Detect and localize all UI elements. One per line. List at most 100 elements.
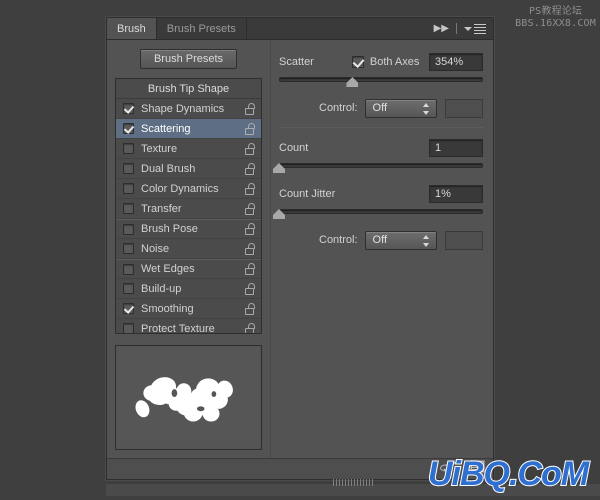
lock-icon[interactable] xyxy=(245,263,255,275)
option-label: Protect Texture xyxy=(141,322,215,334)
brush-options-right-column: Scatter Both Axes 354% Control: Off Coun… xyxy=(270,40,493,459)
panel-tabbar: Brush Brush Presets ▶▶ xyxy=(107,18,493,40)
lock-icon[interactable] xyxy=(245,223,255,235)
count-jitter-value-field[interactable]: 1% xyxy=(429,184,483,203)
brush-presets-button[interactable]: Brush Presets xyxy=(139,49,238,69)
option-checkbox[interactable] xyxy=(123,223,134,235)
select-arrows-icon xyxy=(423,102,430,115)
option-label: Noise xyxy=(141,242,170,255)
lock-icon[interactable] xyxy=(245,282,255,295)
option-checkbox[interactable] xyxy=(123,103,134,114)
scatter-control-row: Control: Off xyxy=(279,98,483,118)
brush-option-row[interactable]: Brush Pose xyxy=(116,219,261,239)
scatter-slider[interactable] xyxy=(279,74,483,88)
tab-brush-presets-label: Brush Presets xyxy=(166,22,236,35)
count-jitter-slider-track xyxy=(279,209,483,214)
scatter-control-label: Control: xyxy=(319,102,358,114)
brush-option-row[interactable]: Smoothing xyxy=(116,299,261,319)
watermark-bottom: UiBQ.CoM xyxy=(427,454,590,494)
count-jitter-label: Count Jitter xyxy=(279,187,336,200)
option-checkbox[interactable] xyxy=(123,183,134,194)
brush-options-list[interactable]: Brush Tip Shape Shape Dynamics Scattering… xyxy=(115,78,262,334)
brush-options-left-column: Brush Presets Brush Tip Shape Shape Dyna… xyxy=(107,40,270,459)
option-label: Color Dynamics xyxy=(141,182,219,195)
option-label: Wet Edges xyxy=(141,263,195,275)
option-checkbox[interactable] xyxy=(123,323,134,333)
option-label: Smoothing xyxy=(141,302,194,315)
brush-tip-shape-header[interactable]: Brush Tip Shape xyxy=(116,79,261,99)
count-control-extra-field[interactable] xyxy=(445,230,483,250)
option-label: Shape Dynamics xyxy=(141,102,225,115)
tab-brush-label: Brush xyxy=(117,22,146,35)
count-control-select[interactable]: Off xyxy=(364,230,438,250)
option-label: Scattering xyxy=(141,122,191,135)
presets-button-wrap: Brush Presets xyxy=(115,49,262,69)
option-label: Build-up xyxy=(141,282,182,295)
count-slider[interactable] xyxy=(273,160,483,174)
brush-option-row[interactable]: Protect Texture xyxy=(116,319,261,334)
scatter-control-value: Off xyxy=(372,101,388,114)
brush-option-row[interactable]: Texture xyxy=(116,139,261,159)
option-checkbox[interactable] xyxy=(123,143,134,154)
brush-panel: Brush Brush Presets ▶▶ Brush Presets Bru… xyxy=(106,17,494,480)
panel-menu-icon[interactable] xyxy=(464,24,486,34)
brush-option-row[interactable]: Wet Edges xyxy=(116,259,261,279)
option-checkbox[interactable] xyxy=(123,263,134,275)
option-checkbox[interactable] xyxy=(123,283,134,294)
watermark-top-line1: PS教程论坛 xyxy=(528,6,583,17)
count-jitter-row: Count Jitter 1% xyxy=(279,184,483,203)
brush-stroke-preview-icon xyxy=(135,377,233,422)
watermark-top: PS教程论坛 BBS.16XX8.COM xyxy=(515,6,596,30)
count-slider-track xyxy=(279,163,483,168)
divider-1 xyxy=(279,127,483,128)
brush-option-row[interactable]: Noise xyxy=(116,239,261,259)
count-control-label: Control: xyxy=(319,234,358,246)
lock-icon[interactable] xyxy=(245,202,255,215)
brush-option-row[interactable]: Transfer xyxy=(116,199,261,219)
scatter-value-field[interactable]: 354% xyxy=(429,52,483,71)
lock-icon[interactable] xyxy=(245,242,255,255)
scatter-slider-track xyxy=(279,77,483,82)
lock-icon[interactable] xyxy=(245,122,255,135)
double-chevron-right-icon[interactable]: ▶▶ xyxy=(434,23,449,34)
hamburger-icon xyxy=(474,24,486,34)
both-axes-label: Both Axes xyxy=(369,55,420,68)
lock-icon[interactable] xyxy=(245,182,255,195)
brush-option-row[interactable]: Scattering xyxy=(116,119,261,139)
count-jitter-slider[interactable] xyxy=(273,206,483,220)
both-axes-checkbox[interactable] xyxy=(351,55,364,68)
option-checkbox[interactable] xyxy=(123,243,134,254)
option-label: Transfer xyxy=(141,202,182,215)
lock-icon[interactable] xyxy=(245,302,255,315)
tabbar-filler xyxy=(246,18,430,39)
scatter-label: Scatter xyxy=(279,55,314,68)
lock-icon[interactable] xyxy=(245,322,255,333)
tab-brush[interactable]: Brush xyxy=(107,18,157,39)
count-row: Count 1 xyxy=(279,138,483,157)
count-label: Count xyxy=(279,141,309,154)
option-checkbox[interactable] xyxy=(123,163,134,174)
brush-option-row[interactable]: Color Dynamics xyxy=(116,179,261,199)
resize-grip-handle[interactable] xyxy=(333,479,373,486)
option-checkbox[interactable] xyxy=(123,203,134,214)
select-arrows-icon-2 xyxy=(423,234,430,247)
option-checkbox[interactable] xyxy=(123,123,134,134)
option-label: Brush Pose xyxy=(141,223,198,235)
option-checkbox[interactable] xyxy=(123,303,134,314)
scatter-control-extra-field[interactable] xyxy=(445,98,483,118)
brush-option-row[interactable]: Build-up xyxy=(116,279,261,299)
count-value-field[interactable]: 1 xyxy=(429,138,483,157)
tabbar-divider xyxy=(456,23,457,34)
brush-option-row[interactable]: Shape Dynamics xyxy=(116,99,261,119)
lock-icon[interactable] xyxy=(245,162,255,175)
scatter-control-select[interactable]: Off xyxy=(364,98,438,118)
count-control-value: Off xyxy=(372,233,388,246)
brush-option-row[interactable]: Dual Brush xyxy=(116,159,261,179)
count-control-row: Control: Off xyxy=(279,230,483,250)
lock-icon[interactable] xyxy=(245,102,255,115)
chevron-down-icon xyxy=(464,26,472,31)
scatter-row: Scatter Both Axes 354% xyxy=(279,52,483,71)
watermark-top-line2: BBS.16XX8.COM xyxy=(515,18,596,29)
lock-icon[interactable] xyxy=(245,142,255,155)
tab-brush-presets[interactable]: Brush Presets xyxy=(156,18,247,39)
